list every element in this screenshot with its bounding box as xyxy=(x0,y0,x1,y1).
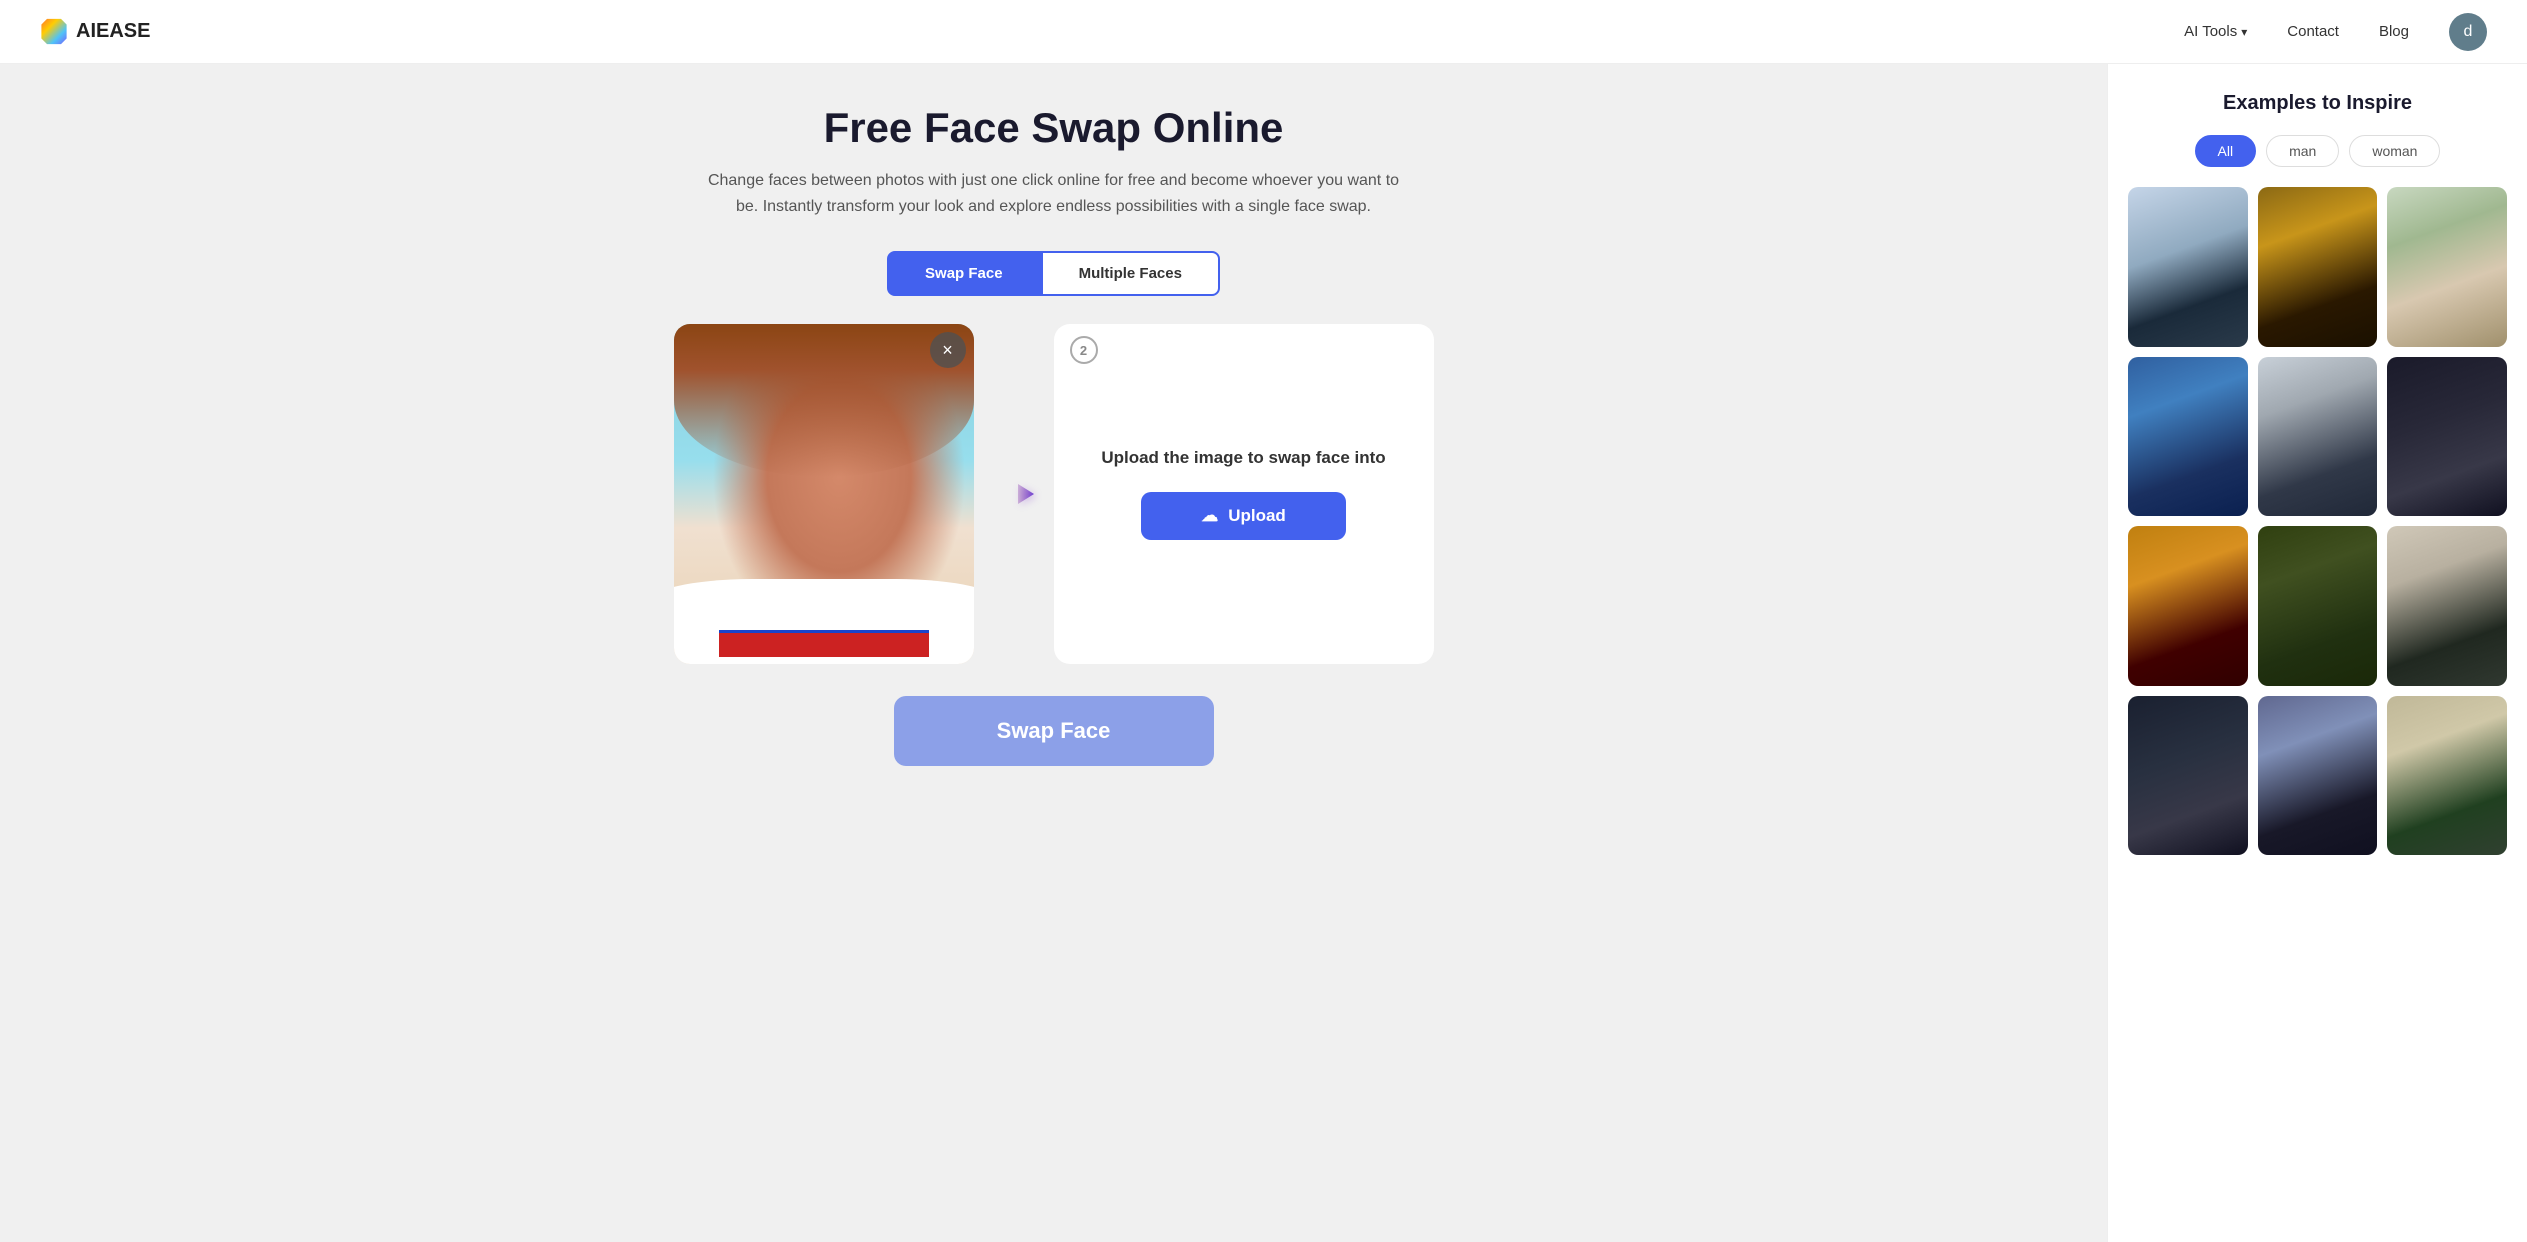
target-image-box: 2 Upload the image to swap face into ☁ U… xyxy=(1054,324,1434,664)
tab-multiple-faces[interactable]: Multiple Faces xyxy=(1041,251,1220,296)
arrow-right-icon xyxy=(988,478,1040,510)
right-panel: Examples to Inspire All man woman xyxy=(2107,64,2527,1242)
user-avatar[interactable]: d xyxy=(2449,13,2487,51)
filter-all[interactable]: All xyxy=(2195,135,2257,167)
gallery-item[interactable] xyxy=(2258,696,2378,856)
filter-row: All man woman xyxy=(2128,135,2507,167)
gallery-item[interactable] xyxy=(2258,357,2378,517)
main-layout: Free Face Swap Online Change faces betwe… xyxy=(0,64,2527,1242)
page-title: Free Face Swap Online xyxy=(60,104,2047,152)
upload-container: × 2 Upload th xyxy=(624,324,1484,664)
arrow-area xyxy=(974,478,1054,510)
page-subtitle: Change faces between photos with just on… xyxy=(704,168,1404,219)
gallery-item[interactable] xyxy=(2258,526,2378,686)
source-image xyxy=(674,324,974,664)
upload-button[interactable]: ☁ Upload xyxy=(1141,492,1346,540)
gallery-grid xyxy=(2128,187,2507,855)
hair-decoration xyxy=(674,324,974,477)
content-area: Free Face Swap Online Change faces betwe… xyxy=(0,64,2107,1242)
header: AIEASE AI Tools ▾ Contact Blog d xyxy=(0,0,2527,64)
nav-contact[interactable]: Contact xyxy=(2287,23,2339,40)
upload-label: Upload the image to swap face into xyxy=(1101,448,1385,468)
gallery-item[interactable] xyxy=(2128,526,2248,686)
target-number: 2 xyxy=(1070,336,1098,364)
gallery-item[interactable] xyxy=(2387,526,2507,686)
shirt-stripe-decoration xyxy=(719,630,929,657)
gallery-item[interactable] xyxy=(2387,187,2507,347)
gallery-item[interactable] xyxy=(2128,357,2248,517)
gallery-item[interactable] xyxy=(2128,696,2248,856)
gallery-item[interactable] xyxy=(2387,696,2507,856)
logo[interactable]: AIEASE xyxy=(40,18,150,46)
nav-ai-tools[interactable]: AI Tools ▾ xyxy=(2184,23,2247,40)
gallery-item[interactable] xyxy=(2128,187,2248,347)
close-source-button[interactable]: × xyxy=(930,332,966,368)
tab-swap-face[interactable]: Swap Face xyxy=(887,251,1041,296)
tabs-row: Swap Face Multiple Faces xyxy=(60,251,2047,296)
logo-icon xyxy=(40,18,68,46)
nav: AI Tools ▾ Contact Blog d xyxy=(2184,13,2487,51)
panel-title: Examples to Inspire xyxy=(2128,92,2507,115)
upload-cloud-icon: ☁ xyxy=(1201,506,1218,526)
upload-button-label: Upload xyxy=(1228,506,1286,526)
gallery-item[interactable] xyxy=(2258,187,2378,347)
filter-man[interactable]: man xyxy=(2266,135,2339,167)
swap-face-button[interactable]: Swap Face xyxy=(894,696,1214,766)
gallery-item[interactable] xyxy=(2387,357,2507,517)
nav-blog[interactable]: Blog xyxy=(2379,23,2409,40)
logo-text: AIEASE xyxy=(76,20,150,43)
filter-woman[interactable]: woman xyxy=(2349,135,2440,167)
source-image-box: × xyxy=(674,324,974,664)
chevron-down-icon: ▾ xyxy=(2241,25,2247,39)
